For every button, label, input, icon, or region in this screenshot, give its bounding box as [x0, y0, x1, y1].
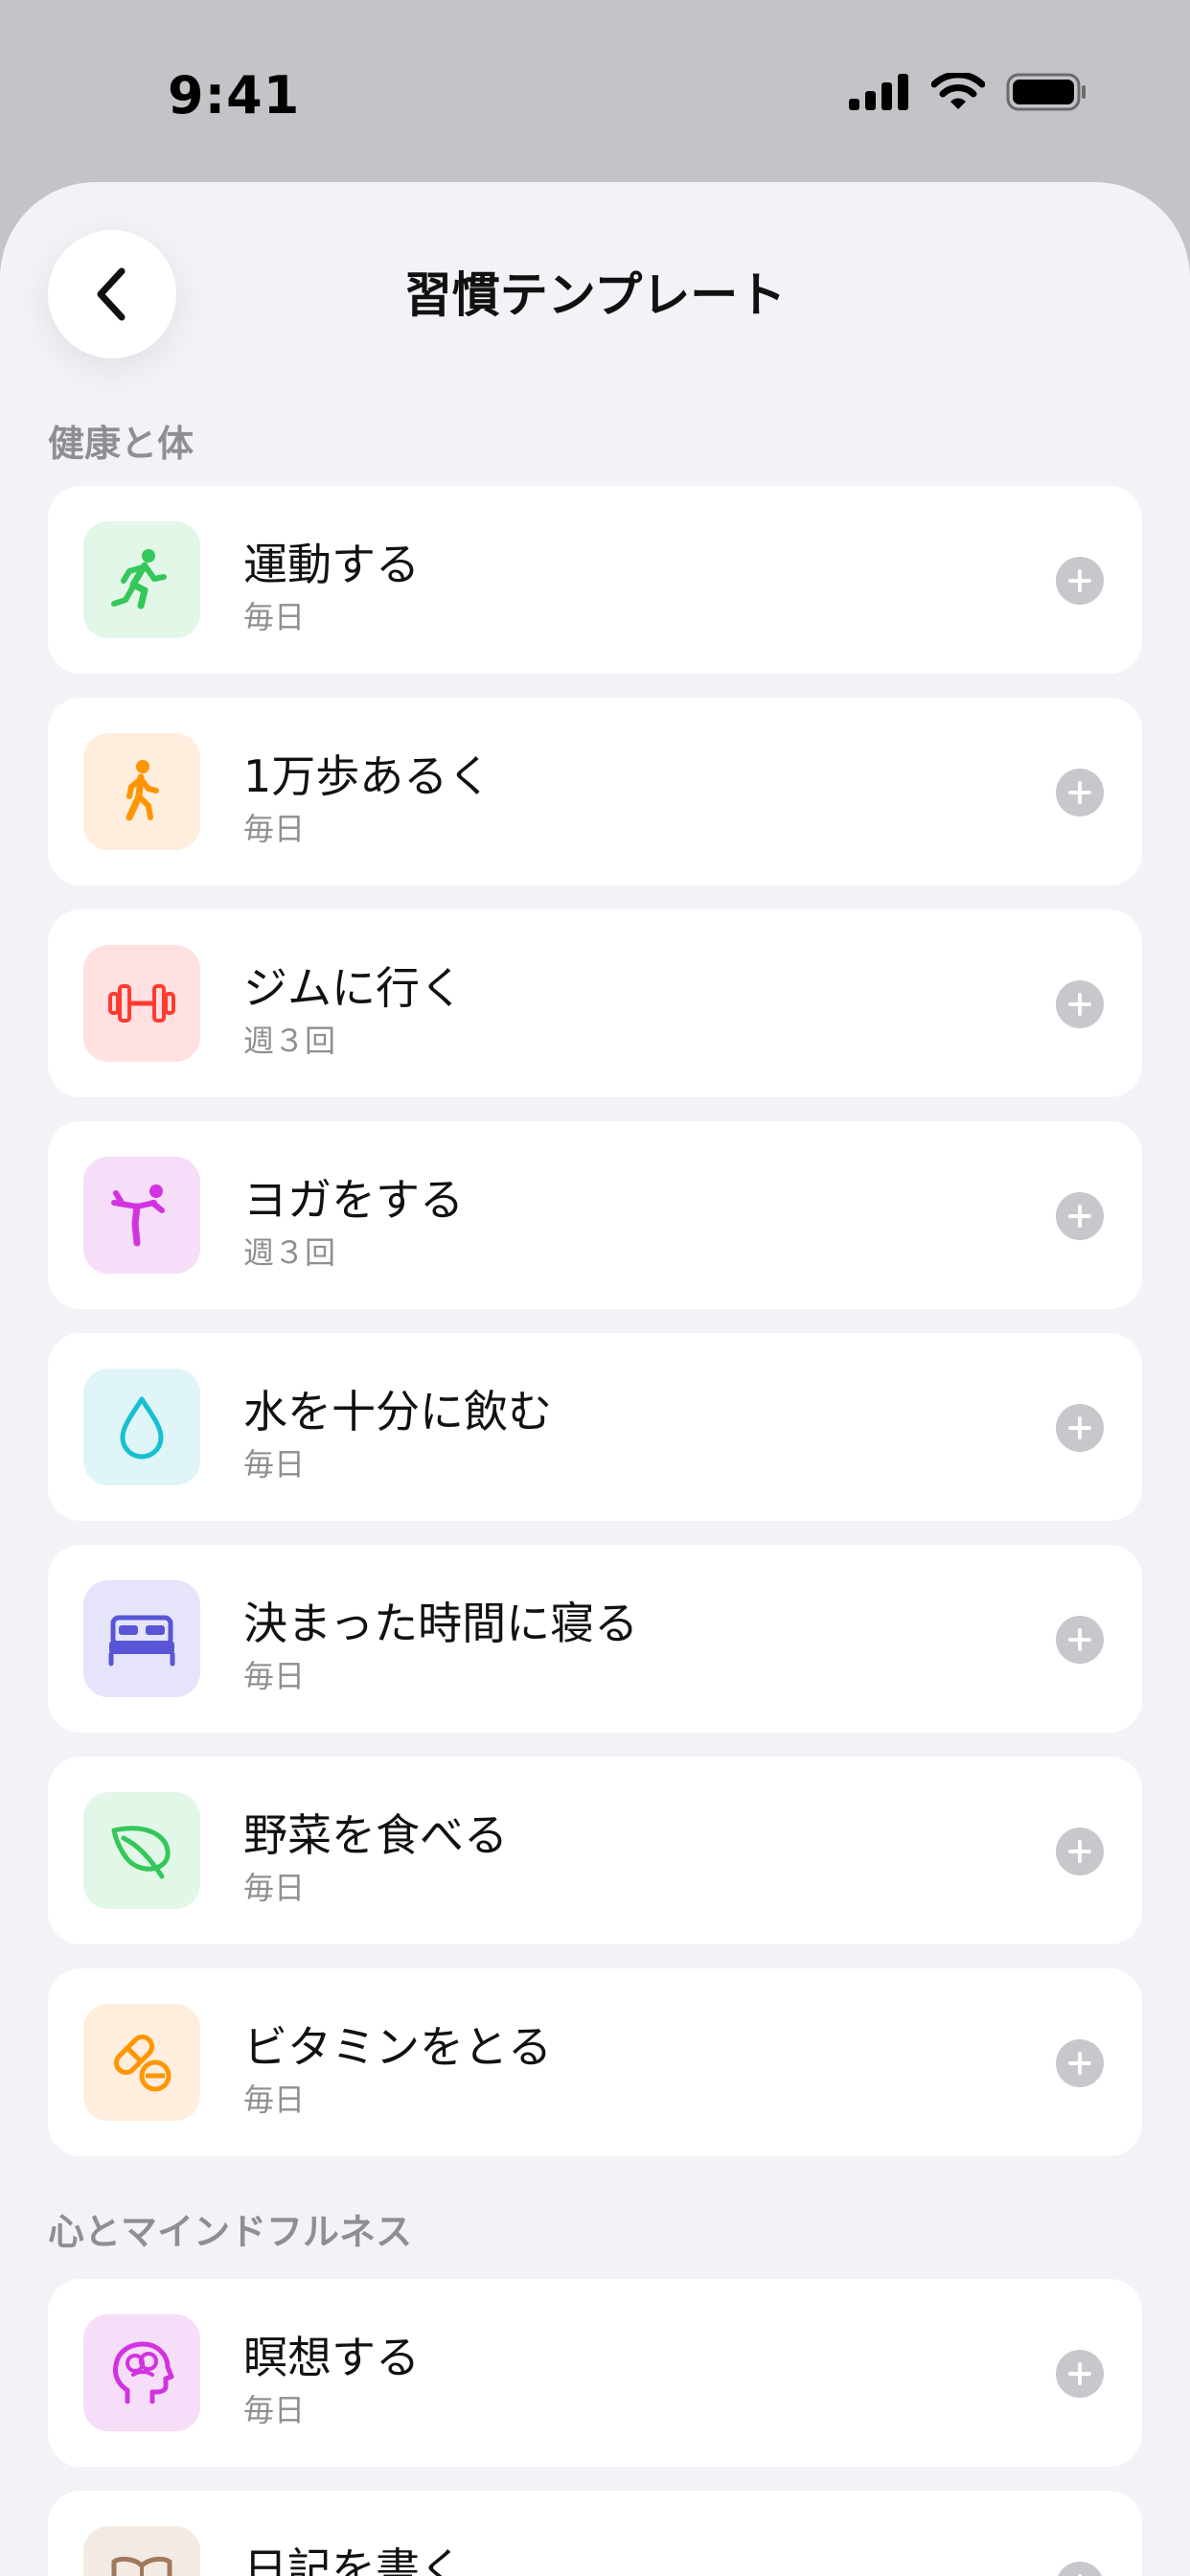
plus-icon [1068, 1628, 1091, 1651]
add-button[interactable] [1056, 1616, 1104, 1664]
habit-frequency: 毎日 [243, 1658, 306, 1694]
brain-icon [113, 2341, 174, 2404]
habit-card-gym[interactable]: ジムに行く 週３回 [48, 909, 1142, 1097]
cellular-signal-icon [849, 74, 908, 110]
habit-card-water[interactable]: 水を十分に飲む 毎日 [48, 1333, 1142, 1521]
habit-card-walk[interactable]: 1万歩あるく 毎日 [48, 698, 1142, 886]
habit-card-vitamins[interactable]: ビタミンをとる 毎日 [48, 1968, 1142, 2156]
add-button[interactable] [1056, 769, 1104, 816]
icon-box [83, 1580, 200, 1697]
add-button[interactable] [1056, 1192, 1104, 1240]
bed-icon [108, 1615, 175, 1667]
habit-card-yoga[interactable]: ヨガをする 週３回 [48, 1121, 1142, 1309]
icon-box [83, 733, 200, 850]
page-title: 習慣テンプレート [403, 267, 787, 323]
plus-icon [1068, 2362, 1091, 2385]
yoga-icon [111, 1184, 165, 1247]
icon-box [83, 521, 200, 638]
add-button[interactable] [1056, 2562, 1104, 2576]
icon-box [83, 1157, 200, 1274]
icon-box [83, 1792, 200, 1909]
status-icons [849, 73, 1087, 111]
habit-frequency: 毎日 [243, 599, 306, 635]
habit-card-sleep[interactable]: 決まった時間に寝る 毎日 [48, 1545, 1142, 1733]
habit-frequency: 週３回 [243, 1023, 336, 1059]
add-button[interactable] [1056, 1828, 1104, 1875]
add-button[interactable] [1056, 2039, 1104, 2087]
icon-box [83, 2004, 200, 2121]
icon-box [83, 1368, 200, 1485]
habit-frequency: 毎日 [243, 1446, 306, 1483]
habit-title: ジムに行く [243, 962, 464, 1014]
plus-icon [1068, 569, 1091, 592]
plus-icon [1068, 1416, 1091, 1439]
leaf-icon [111, 1826, 171, 1879]
walking-icon [126, 760, 159, 821]
water-drop-icon [120, 1396, 164, 1460]
pills-icon [114, 2035, 172, 2092]
habit-title: ビタミンをとる [243, 2021, 552, 2073]
plus-icon [1068, 993, 1091, 1016]
add-button[interactable] [1056, 2350, 1104, 2398]
habit-title: ヨガをする [243, 1174, 464, 1226]
section-title-mindfulness: 心とマインドフルネス [48, 2211, 413, 2253]
habit-title: 運動する [243, 539, 420, 590]
dumbbell-icon [108, 984, 175, 1023]
add-button[interactable] [1056, 557, 1104, 605]
plus-icon [1068, 2052, 1091, 2075]
habit-title: 日記を書く [243, 2543, 464, 2576]
status-bar: 9:41 [0, 0, 1190, 182]
journal-icon [111, 2556, 172, 2576]
add-button[interactable] [1056, 980, 1104, 1028]
status-time: 9:41 [168, 65, 301, 126]
plus-icon [1068, 781, 1091, 804]
habit-card-vegetables[interactable]: 野菜を食べる 毎日 [48, 1757, 1142, 1944]
plus-icon [1068, 1840, 1091, 1863]
template-sheet: 習慣テンプレート 健康と体 運動する 毎日 1万歩あるく 毎日 ジムに行く 週３… [0, 182, 1190, 2576]
icon-box [83, 2526, 200, 2576]
habit-frequency: 週３回 [243, 1234, 336, 1271]
habit-card-journal[interactable]: 日記を書く [48, 2491, 1142, 2576]
habit-card-meditation[interactable]: 瞑想する 毎日 [48, 2279, 1142, 2467]
section-title-health: 健康と体 [48, 423, 195, 465]
icon-box [83, 945, 200, 1062]
habit-title: 1万歩あるく [243, 750, 492, 802]
plus-icon [1068, 1205, 1091, 1228]
habit-frequency: 毎日 [243, 811, 306, 847]
habit-title: 野菜を食べる [243, 1809, 508, 1861]
battery-icon [1006, 73, 1086, 111]
habit-title: 決まった時間に寝る [243, 1598, 639, 1649]
wifi-icon [931, 73, 985, 109]
add-button[interactable] [1056, 1404, 1104, 1452]
running-icon [111, 549, 167, 610]
icon-box [83, 2314, 200, 2431]
habit-title: 瞑想する [243, 2332, 420, 2383]
habit-frequency: 毎日 [243, 1870, 306, 1906]
habit-frequency: 毎日 [243, 2392, 306, 2428]
habit-title: 水を十分に飲む [243, 1386, 552, 1438]
habit-frequency: 毎日 [243, 2082, 306, 2118]
habit-card-exercise[interactable]: 運動する 毎日 [48, 486, 1142, 674]
